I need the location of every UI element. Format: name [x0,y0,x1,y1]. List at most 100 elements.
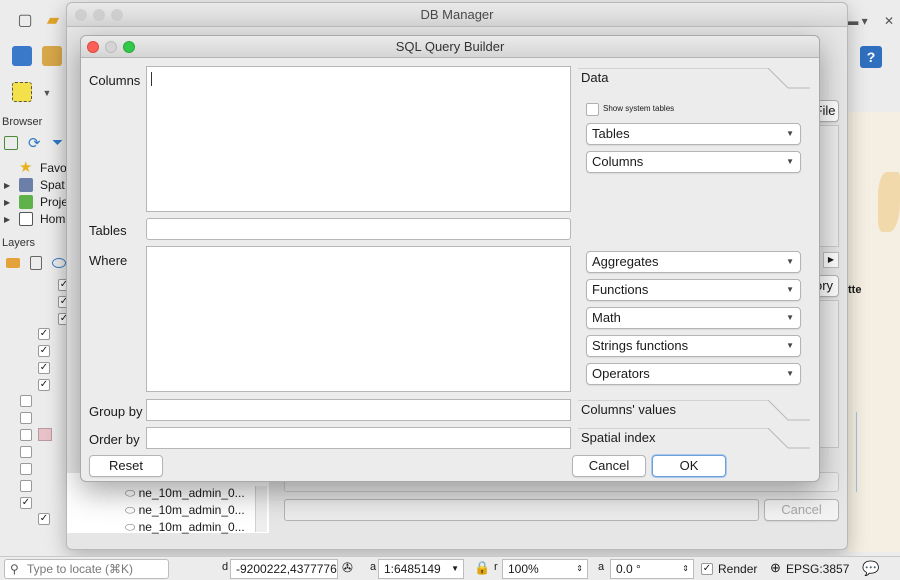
browser-add-icon[interactable] [4,136,18,150]
expand-arrow-icon[interactable]: ▶ [4,177,10,194]
layer-checkbox[interactable] [20,412,32,424]
cancel-button[interactable]: Cancel [572,455,646,477]
chevron-down-icon: ▼ [786,369,794,378]
minimize-icon[interactable] [105,41,117,53]
layer-checkbox[interactable] [20,446,32,458]
add-group-icon[interactable] [30,256,42,270]
scale-icon: a [370,561,377,573]
layer-list-item[interactable]: ⬭ ne_10m_admin_0... [125,503,245,518]
db-manager-title: DB Manager [67,3,847,27]
messages-icon[interactable]: 💬 [862,560,879,577]
columns-textarea[interactable] [146,66,571,212]
columns-select[interactable]: Columns ▼ [586,151,801,173]
dialog-title: SQL Query Builder [81,36,819,58]
crs-label[interactable]: EPSG:3857 [786,562,849,576]
render-label: Render [718,562,758,576]
star-icon: ★ [19,159,33,176]
style-icon[interactable] [6,258,20,268]
layer-checkbox[interactable]: ✓ [38,328,50,340]
refresh-icon[interactable]: ⟳ [28,134,41,152]
select-icon[interactable] [12,82,32,102]
new-project-icon[interactable]: ▢ [14,10,36,32]
text-cursor [151,72,152,86]
chevron-down-icon: ▼ [451,564,459,573]
layer-list-item[interactable]: ⬭ ne_10m_admin_0... [125,486,245,501]
show-system-tables-checkbox[interactable] [586,103,599,116]
group-by-input[interactable] [146,399,571,421]
tab-spatial-index[interactable]: Spatial index [578,428,810,450]
lock-icon[interactable]: 🔒 [474,560,490,576]
chevron-down-icon: ▼ [786,341,794,350]
add-vector-icon[interactable] [42,46,62,66]
extents-icon[interactable]: ✇ [342,560,353,576]
magnifier-field[interactable]: 100% ⇕ [502,559,588,579]
chevron-down-icon: ▼ [786,257,794,266]
map-canvas[interactable]: tte [848,112,900,552]
layer-checkbox[interactable] [20,480,32,492]
minimize-icon[interactable] [93,9,105,21]
db-progress-bar [284,499,759,521]
layer-symbol [38,428,52,441]
layer-checkbox[interactable] [20,463,32,475]
stepper-icon: ⇕ [576,564,583,573]
operators-select[interactable]: Operators ▼ [586,363,801,385]
scrollbar[interactable] [255,486,267,532]
tables-label: Tables [89,223,127,238]
ok-button[interactable]: OK [652,455,726,477]
tables-select[interactable]: Tables ▼ [586,123,801,145]
chevron-down-icon: ▼ [786,157,794,166]
coordinate-field[interactable]: -9200222,4377776 [230,559,338,579]
browser-item-home[interactable]: ▶ Hom [0,211,72,228]
render-checkbox[interactable]: ✓ [701,563,713,575]
layer-checkbox[interactable] [20,429,32,441]
expand-arrow-icon[interactable]: ▶ [4,194,10,211]
layer-checkbox[interactable] [20,395,32,407]
toolbar-menu-icon[interactable]: ▬ ▾ [846,10,868,32]
help-icon[interactable]: ? [860,46,882,68]
tab-data[interactable]: Data [578,68,810,90]
order-by-input[interactable] [146,427,571,449]
add-layer-icon[interactable] [12,46,32,66]
browser-item-project[interactable]: ▶ Proje [0,194,72,211]
coordinate-icon: d [222,561,229,573]
zoom-icon[interactable] [123,41,135,53]
locate-input[interactable]: ⚲ Type to locate (⌘K) [4,559,169,579]
browser-item-favorites[interactable]: ★ Favo [0,160,72,177]
rotation-icon: a [598,561,605,573]
visibility-icon[interactable] [52,258,66,268]
crs-icon[interactable]: ⊕ [770,560,781,576]
browser-item-spatial[interactable]: ▶ Spat [0,177,72,194]
functions-select[interactable]: Functions ▼ [586,279,801,301]
where-textarea[interactable] [146,246,571,392]
expand-arrow-icon[interactable]: ▶ [4,211,10,228]
chevron-down-icon: ▼ [786,285,794,294]
select-dropdown-icon[interactable]: ▼ [36,82,58,104]
db-cancel-button[interactable]: Cancel [764,499,839,521]
close-icon[interactable] [87,41,99,53]
scroll-right-icon[interactable]: ▶ [823,252,839,268]
math-select[interactable]: Math ▼ [586,307,801,329]
layer-checkbox[interactable]: ✓ [20,497,32,509]
tables-input[interactable] [146,218,571,240]
magnifier-icon: r [494,561,498,573]
zoom-icon[interactable] [111,9,123,21]
filter-icon[interactable]: ⏷ [52,134,63,151]
layer-checkbox[interactable]: ✓ [38,379,50,391]
aggregates-select[interactable]: Aggregates ▼ [586,251,801,273]
rotation-field[interactable]: 0.0 ° ⇕ [610,559,694,579]
columns-label: Columns [89,73,141,88]
tab-columns-values[interactable]: Columns' values [578,400,810,422]
reset-button[interactable]: Reset [89,455,163,477]
open-project-icon[interactable]: ▰ [42,10,64,32]
layer-checkbox[interactable]: ✓ [38,345,50,357]
close-icon[interactable] [75,9,87,21]
strings-functions-select[interactable]: Strings functions ▼ [586,335,801,357]
scale-field[interactable]: 1:6485149 ▼ [378,559,464,579]
layer-checkbox[interactable]: ✓ [38,362,50,374]
layer-checkbox[interactable]: ✓ [38,513,50,525]
where-label: Where [89,253,128,268]
status-bar: ⚲ Type to locate (⌘K) d -9200222,4377776… [0,556,900,580]
layer-list-item[interactable]: ⬭ ne_10m_admin_0... [125,520,245,535]
toolbar-close-icon[interactable]: ✕ [878,10,900,32]
sql-query-builder-dialog: SQL Query Builder Columns Tables Where G… [80,35,820,482]
